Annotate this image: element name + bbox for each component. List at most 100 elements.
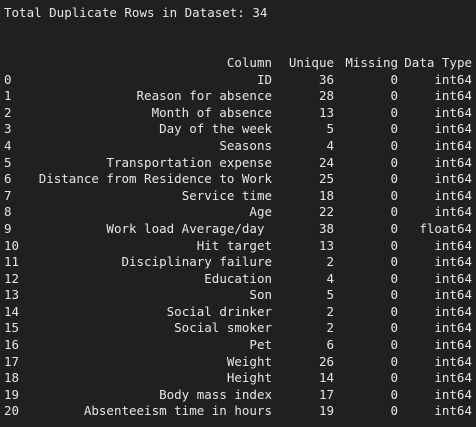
row-index: 1 — [4, 88, 12, 104]
column-name-cell: Education — [204, 270, 272, 286]
row-index: 4 — [4, 137, 12, 153]
column-name-cell: Month of absence — [151, 104, 272, 120]
column-name-cell: Hit target — [196, 237, 272, 253]
column-summary-table: Column Unique Missing Data Type 0 ID 3 6 0 in… — [4, 55, 472, 420]
unique-count-cell: 19 — [318, 403, 334, 419]
table-row: 14 Social drinker 2 0 int64 — [4, 304, 472, 321]
data-type-cell: int64 — [434, 303, 472, 319]
table-row: 16 Pet 6 0 int64 — [4, 337, 472, 354]
column-name-cell: Seasons — [219, 137, 272, 153]
row-index: 17 — [4, 353, 20, 369]
row-index: 20 — [4, 403, 20, 419]
column-name-cell: Son — [249, 287, 272, 303]
table-row: 0 ID 36 0 int64 — [4, 72, 472, 89]
row-index: 3 — [4, 121, 12, 137]
column-name-cell: Service time — [181, 187, 272, 203]
unique-count-cell: 13 — [318, 104, 334, 120]
missing-count-cell: 0 — [390, 171, 398, 187]
missing-count-cell: 0 — [390, 270, 398, 286]
row-index: 8 — [4, 204, 12, 220]
unique-count-cell: 38 — [318, 220, 334, 236]
data-type-cell: float64 — [419, 220, 472, 236]
column-name-cell: Age — [249, 204, 272, 220]
missing-count-cell: 0 — [390, 121, 398, 137]
row-index: 6 — [4, 171, 12, 187]
data-type-cell: int64 — [434, 403, 472, 419]
table-row: 11 Disciplinary failure 2 0 int64 — [4, 254, 472, 271]
row-index: 14 — [4, 303, 20, 319]
table-row: 8 Age 22 0 int64 — [4, 204, 472, 221]
row-index: 11 — [4, 254, 20, 270]
data-type-cell: int64 — [434, 237, 472, 253]
data-type-cell: int64 — [434, 386, 472, 402]
missing-count-cell: 0 — [390, 403, 398, 419]
column-name-cell: Disciplinary failure — [121, 254, 272, 270]
column-name-cell: Height — [226, 370, 272, 386]
unique-count-cell: 5 — [326, 121, 334, 137]
unique-count-cell: 13 — [318, 237, 334, 253]
table-row: 3 Day of the week 5 0 int64 — [4, 121, 472, 138]
table-row: 19 Body mass index 17 0 int64 — [4, 387, 472, 404]
column-name-cell: Day of the week — [159, 121, 272, 137]
table-body: 0 ID 36 0 int64 1 Reason for absence 28 0 int64 … — [4, 72, 472, 420]
missing-count-cell: 0 — [390, 137, 398, 153]
data-type-cell: int64 — [434, 204, 472, 220]
data-type-cell: int64 — [434, 320, 472, 336]
data-type-cell: int64 — [434, 270, 472, 286]
missing-count-cell: 0 — [390, 254, 398, 270]
column-name-cell: Absenteeism time in hours — [83, 403, 272, 419]
column-name-cell: ID — [256, 71, 272, 87]
missing-count-cell: 0 — [390, 220, 398, 236]
column-name-cell: Weight — [226, 353, 272, 369]
data-type-cell: int64 — [434, 121, 472, 137]
missing-count-cell: 0 — [390, 386, 398, 402]
data-type-cell: int64 — [434, 353, 472, 369]
data-type-cell: int64 — [434, 71, 472, 87]
column-name-cell: Reason for absence — [136, 88, 272, 104]
data-type-cell: int64 — [434, 88, 472, 104]
output-spacer — [4, 22, 476, 55]
table-row: 2 Month of absence 13 0 int64 — [4, 105, 472, 122]
table-row: 15 Social smoker 2 0 int64 — [4, 320, 472, 337]
row-index: 9 — [4, 220, 12, 236]
missing-count-cell: 0 — [390, 320, 398, 336]
table-header-row: Column Unique Missing Data Type — [4, 55, 472, 72]
row-index: 15 — [4, 320, 20, 336]
data-type-cell: int64 — [434, 171, 472, 187]
table-row: 10 Hit target 13 0 int64 — [4, 238, 472, 255]
table-row: 17 Weight 26 0 int64 — [4, 354, 472, 371]
unique-count-cell: 5 — [326, 287, 334, 303]
unique-count-cell: 4 — [326, 137, 334, 153]
row-index: 13 — [4, 287, 20, 303]
column-name-cell: Distance from Residence to Work — [38, 171, 272, 187]
unique-header: Unique — [288, 54, 334, 70]
row-index: 0 — [4, 71, 12, 87]
missing-count-cell: 0 — [390, 88, 398, 104]
missing-count-cell: 0 — [390, 154, 398, 170]
missing-count-cell: 0 — [390, 187, 398, 203]
notebook-output-cell: Total Duplicate Rows in Dataset: 34 Colu… — [0, 0, 476, 427]
missing-header: Missing — [345, 54, 398, 70]
data-type-header: Data Type — [404, 54, 472, 70]
data-type-cell: int64 — [434, 104, 472, 120]
data-type-cell: int64 — [434, 370, 472, 386]
row-index: 7 — [4, 187, 12, 203]
index-header — [4, 55, 34, 72]
column-name-cell: Body mass index — [159, 386, 272, 402]
table-row: 9 Work load Average/day 38 0 float64 — [4, 221, 472, 238]
duplicate-rows-summary: Total Duplicate Rows in Dataset: 34 — [4, 5, 268, 20]
row-index: 5 — [4, 154, 12, 170]
column-name-cell: Social drinker — [166, 303, 272, 319]
column-name-cell: Social smoker — [174, 320, 272, 336]
unique-count-cell: 2 — [326, 254, 334, 270]
column-header: Column — [226, 54, 272, 70]
missing-count-cell: 0 — [390, 337, 398, 353]
row-index: 12 — [4, 270, 20, 286]
missing-count-cell: 0 — [390, 303, 398, 319]
table-row: 4 Seasons 4 0 int64 — [4, 138, 472, 155]
unique-count-cell: 24 — [318, 154, 334, 170]
column-name-cell: Work load Average/day — [106, 220, 272, 236]
data-type-cell: int64 — [434, 187, 472, 203]
missing-count-cell: 0 — [390, 204, 398, 220]
table-row: 20 Absenteeism time in hours 19 0 int64 — [4, 403, 472, 420]
